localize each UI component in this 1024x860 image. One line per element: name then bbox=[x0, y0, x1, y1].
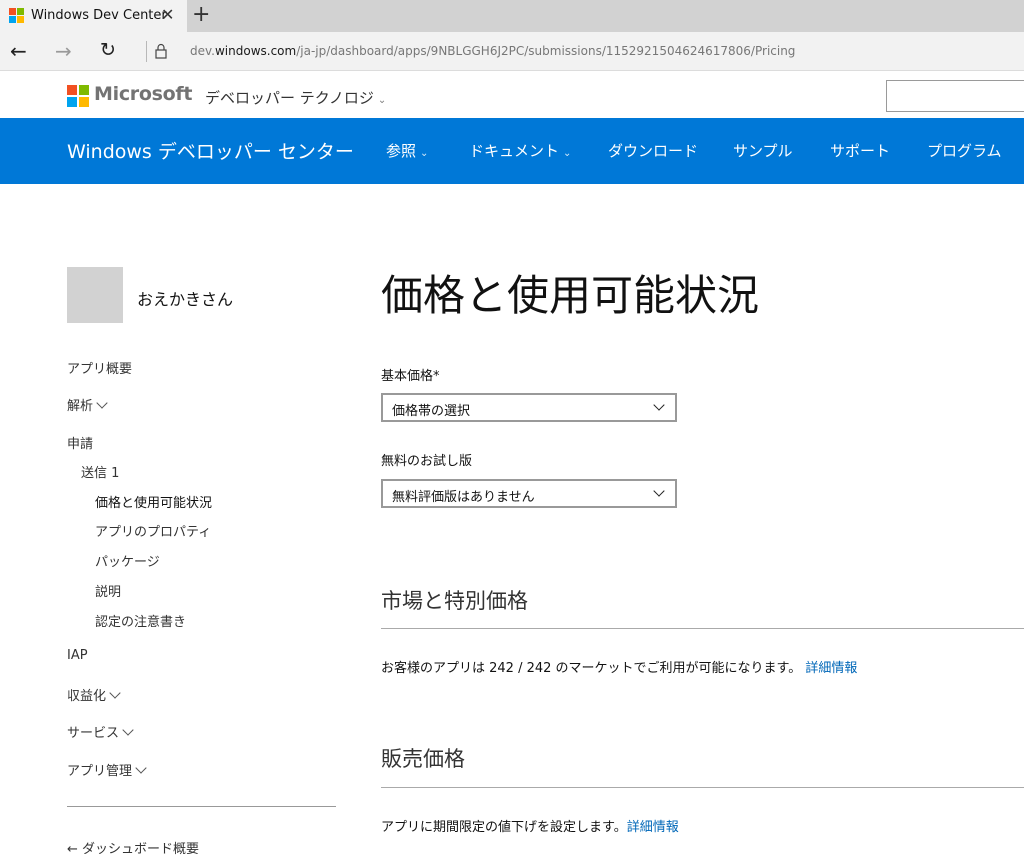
section-divider bbox=[381, 628, 1024, 629]
address-bar: ← → ↻ dev.windows.com/ja-jp/dashboard/ap… bbox=[0, 32, 1024, 71]
dev-center-nav: Windows デベロッパー センター 参照 ⌄ ドキュメント ⌄ ダウンロード サ… bbox=[0, 118, 1024, 184]
chevron-down-icon bbox=[653, 485, 665, 497]
nav-samples[interactable]: サンプル bbox=[733, 140, 793, 161]
learn-more-link[interactable]: 詳細情報 bbox=[805, 661, 857, 676]
browser-tab-strip: Windows Dev Center ✕ + bbox=[0, 0, 1024, 32]
sidebar-item-submission-1[interactable]: 送信 1 bbox=[81, 462, 119, 481]
markets-text: お客様のアプリは 242 / 242 のマーケットでご利用が可能になります。 詳… bbox=[381, 661, 858, 676]
nav-support[interactable]: サポート bbox=[830, 140, 890, 161]
sidebar-item-packages[interactable]: パッケージ bbox=[95, 551, 160, 570]
sidebar-item-monetization[interactable]: 収益化 bbox=[67, 685, 121, 704]
site-title[interactable]: Windows デベロッパー センター bbox=[67, 137, 354, 164]
section-divider bbox=[381, 787, 1024, 788]
microsoft-header: Microsoft デベロッパー テクノロジ ⌄ bbox=[0, 72, 1024, 118]
base-price-label: 基本価格* bbox=[381, 369, 440, 384]
toolbar-divider bbox=[146, 41, 147, 62]
app-name: おえかきさん bbox=[137, 290, 234, 309]
sidebar-item-app-overview[interactable]: アプリ概要 bbox=[67, 358, 132, 377]
sidebar-item-cert-notes[interactable]: 認定の注意書き bbox=[95, 611, 186, 630]
dashboard-overview-link[interactable]: ← ダッシュボード概要 bbox=[67, 838, 199, 857]
learn-more-link[interactable]: 詳細情報 bbox=[627, 820, 679, 835]
sale-text: アプリに期間限定の値下げを設定します。詳細情報 bbox=[381, 820, 679, 835]
sidebar-item-app-management[interactable]: アプリ管理 bbox=[67, 760, 147, 779]
tab-title: Windows Dev Center bbox=[31, 8, 167, 23]
back-arrow-icon[interactable]: ← bbox=[10, 39, 27, 63]
windows-logo-icon bbox=[9, 8, 24, 23]
close-icon[interactable]: ✕ bbox=[161, 5, 174, 24]
browser-tab[interactable]: Windows Dev Center ✕ bbox=[0, 0, 187, 32]
chevron-down-icon bbox=[653, 399, 665, 411]
microsoft-logo-icon[interactable] bbox=[67, 85, 89, 107]
free-trial-select[interactable]: 無料評価版はありません bbox=[381, 479, 677, 508]
chevron-down-icon bbox=[135, 762, 147, 774]
chevron-down-icon bbox=[96, 397, 108, 409]
sidebar-item-services[interactable]: サービス bbox=[67, 722, 134, 741]
sidebar-item-description[interactable]: 説明 bbox=[95, 581, 121, 600]
sidebar-item-iap[interactable]: IAP bbox=[67, 648, 88, 663]
app-avatar bbox=[67, 267, 123, 323]
nav-docs[interactable]: ドキュメント ⌄ bbox=[469, 140, 571, 161]
free-trial-label: 無料のお試し版 bbox=[381, 454, 473, 469]
lock-icon bbox=[155, 43, 167, 59]
back-arrow-icon: ← bbox=[67, 842, 83, 857]
developer-tech-menu[interactable]: デベロッパー テクノロジ ⌄ bbox=[205, 87, 386, 108]
page-title: 価格と使用可能状況 bbox=[381, 271, 760, 320]
chevron-down-icon bbox=[109, 687, 121, 699]
base-price-select[interactable]: 価格帯の選択 bbox=[381, 393, 677, 422]
markets-section-title: 市場と特別価格 bbox=[381, 589, 528, 613]
forward-arrow-icon[interactable]: → bbox=[55, 39, 72, 63]
sidebar-item-pricing[interactable]: 価格と使用可能状況 bbox=[95, 492, 212, 511]
sidebar-item-properties[interactable]: アプリのプロパティ bbox=[95, 521, 211, 540]
sidebar-item-analytics[interactable]: 解析 bbox=[67, 395, 108, 414]
sale-section-title: 販売価格 bbox=[381, 747, 465, 771]
nav-programs[interactable]: プログラム bbox=[927, 140, 1002, 161]
url-field[interactable]: dev.windows.com/ja-jp/dashboard/apps/9NB… bbox=[190, 44, 795, 58]
nav-downloads[interactable]: ダウンロード bbox=[608, 140, 698, 161]
search-input[interactable] bbox=[886, 80, 1024, 112]
microsoft-wordmark[interactable]: Microsoft bbox=[94, 83, 192, 105]
refresh-icon[interactable]: ↻ bbox=[100, 39, 116, 61]
sidebar-divider bbox=[67, 806, 336, 807]
chevron-down-icon bbox=[122, 724, 134, 736]
sidebar-item-submission[interactable]: 申請 bbox=[67, 433, 93, 452]
new-tab-icon[interactable]: + bbox=[192, 2, 210, 27]
nav-browse[interactable]: 参照 ⌄ bbox=[386, 140, 428, 161]
